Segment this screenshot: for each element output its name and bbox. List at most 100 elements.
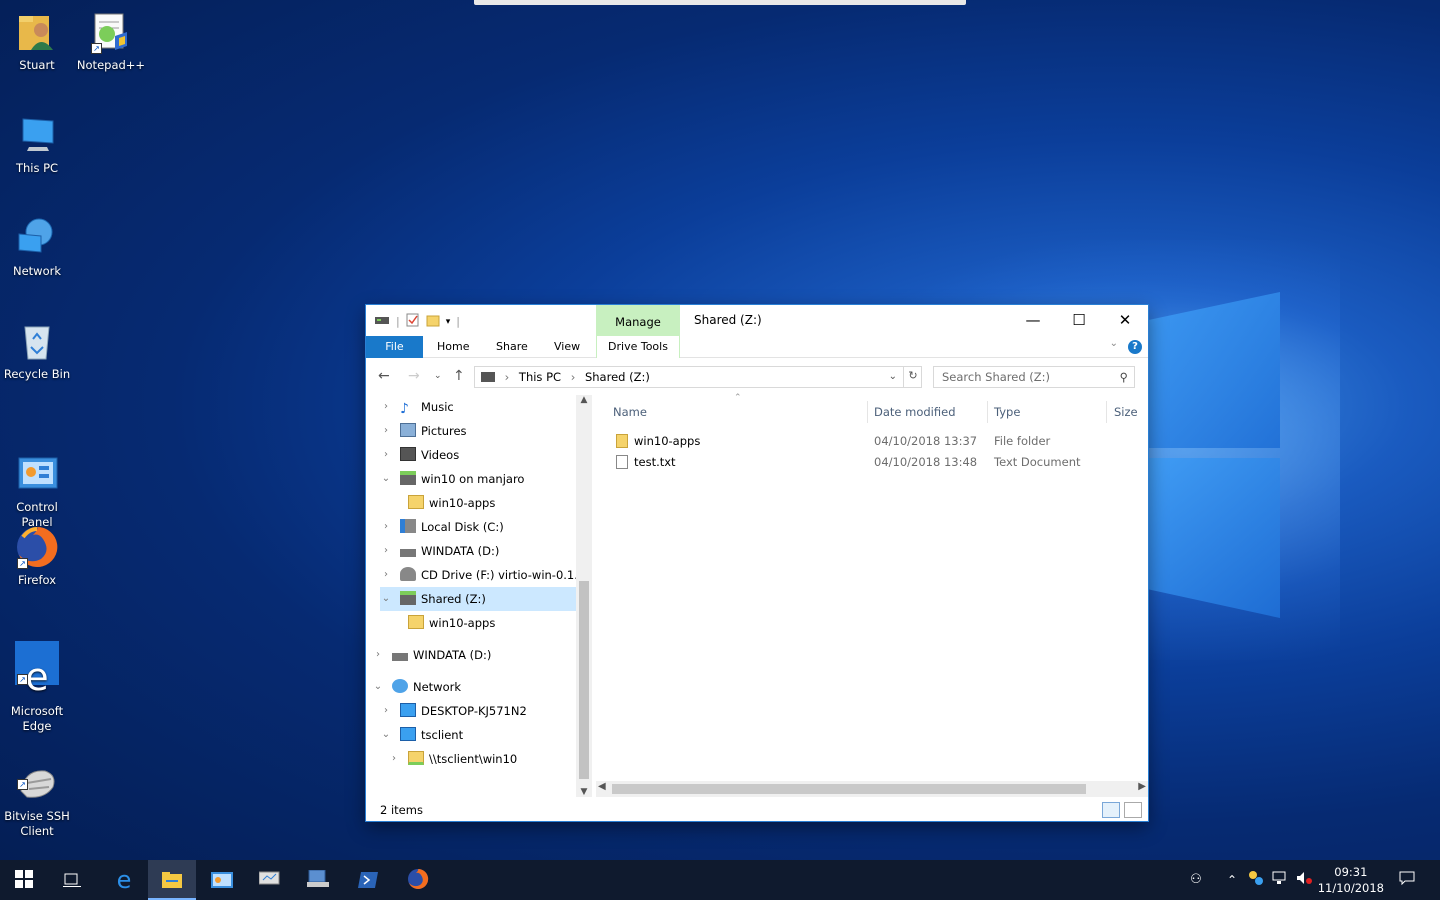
column-divider[interactable]: [867, 401, 868, 423]
network-status-icon[interactable]: [1270, 860, 1290, 900]
tab-home[interactable]: Home: [437, 336, 469, 358]
nav-item-network[interactable]: ⌄ Network: [374, 675, 461, 699]
maximize-button[interactable]: ☐: [1056, 305, 1102, 336]
tab-share[interactable]: Share: [496, 336, 528, 358]
column-header-type[interactable]: Type: [994, 401, 1020, 423]
scroll-down-icon[interactable]: ▼: [576, 787, 592, 797]
expand-chevron-icon[interactable]: ›: [380, 563, 392, 587]
taskbar-remote-desktop-icon[interactable]: [246, 860, 294, 900]
taskbar-powershell-icon[interactable]: [344, 860, 392, 900]
desktop-icon-bitvise[interactable]: ↗ Bitvise SSH Client: [0, 731, 74, 839]
file-row-test-txt[interactable]: test.txt 04/10/2018 13:48 Text Document: [608, 452, 1138, 473]
large-icons-view-button[interactable]: [1124, 802, 1142, 818]
desktop-icon-network[interactable]: Network: [0, 216, 74, 279]
scrollbar-thumb[interactable]: [579, 581, 589, 779]
start-button[interactable]: [0, 860, 48, 900]
scrollbar-thumb[interactable]: [612, 784, 1086, 794]
nav-item-win10-apps[interactable]: win10-apps: [408, 491, 495, 515]
desktop-icon-recycle-bin[interactable]: Recycle Bin: [0, 319, 74, 382]
collapse-chevron-icon[interactable]: ⌄: [380, 467, 392, 491]
taskbar-network-tool-icon[interactable]: [294, 860, 342, 900]
up-button[interactable]: ↑: [453, 368, 465, 384]
expand-chevron-icon[interactable]: ›: [380, 419, 392, 443]
nav-item-videos[interactable]: › Videos: [384, 443, 459, 467]
people-icon[interactable]: ⚇: [1184, 860, 1208, 900]
tab-file[interactable]: File: [366, 336, 423, 358]
tab-manage[interactable]: Manage: [596, 305, 680, 336]
taskbar-firefox-icon[interactable]: [394, 860, 442, 900]
properties-icon[interactable]: [406, 313, 420, 330]
details-view-button[interactable]: [1102, 802, 1120, 818]
desktop-icon-this-pc[interactable]: This PC: [0, 113, 74, 176]
volume-muted-icon[interactable]: [1294, 860, 1314, 900]
text-file-icon: [616, 455, 628, 469]
column-header-name[interactable]: Name: [613, 401, 647, 423]
remote-session-bar[interactable]: [474, 0, 966, 5]
horizontal-scrollbar[interactable]: ◀ ▶: [596, 781, 1148, 797]
collapse-chevron-icon[interactable]: ⌄: [380, 587, 392, 611]
back-button[interactable]: ←: [378, 368, 390, 384]
scroll-left-icon[interactable]: ◀: [598, 781, 606, 792]
expand-chevron-icon[interactable]: ›: [388, 747, 400, 771]
new-folder-icon[interactable]: [426, 313, 440, 330]
breadcrumb-this-pc[interactable]: This PC: [519, 370, 561, 384]
breadcrumb-shared-z[interactable]: Shared (Z:): [585, 370, 650, 384]
nav-item-windata-d[interactable]: › WINDATA (D:): [384, 539, 499, 563]
collapse-chevron-icon[interactable]: ⌄: [380, 723, 392, 747]
action-center-icon[interactable]: [1394, 860, 1420, 900]
expand-chevron-icon[interactable]: ›: [380, 699, 392, 723]
tab-drive-tools[interactable]: Drive Tools: [596, 336, 680, 358]
help-icon[interactable]: ?: [1128, 340, 1142, 354]
desktop-icon-stuart[interactable]: Stuart: [0, 10, 74, 73]
expand-ribbon-icon[interactable]: ⌄: [1110, 338, 1118, 349]
refresh-button[interactable]: ↻: [903, 366, 922, 388]
nav-item-tsclient-win10[interactable]: › \\tsclient\win10: [392, 747, 517, 771]
column-header-size[interactable]: Size: [1114, 401, 1138, 423]
nav-item-desktop-kj571n2[interactable]: › DESKTOP-KJ571N2: [384, 699, 527, 723]
desktop-icon-firefox[interactable]: ↗ Firefox: [0, 525, 74, 588]
expand-chevron-icon[interactable]: ›: [380, 395, 392, 419]
collapse-chevron-icon[interactable]: ⌄: [372, 675, 384, 699]
nav-item-music[interactable]: › ♪ Music: [384, 395, 454, 419]
desktop-icon-control-panel[interactable]: Control Panel: [0, 422, 74, 530]
nav-pane-scrollbar[interactable]: ▲ ▼: [576, 395, 592, 797]
file-row-win10-apps[interactable]: win10-apps 04/10/2018 13:37 File folder: [608, 431, 1138, 452]
nav-item-win10-on-manjaro[interactable]: ⌄ win10 on manjaro: [382, 467, 524, 491]
search-input[interactable]: Search Shared (Z:) ⚲: [933, 366, 1135, 388]
column-header-date-modified[interactable]: Date modified: [874, 401, 956, 423]
nav-item-pictures[interactable]: › Pictures: [384, 419, 467, 443]
forward-button[interactable]: →: [408, 368, 420, 384]
scroll-right-icon[interactable]: ▶: [1138, 781, 1146, 792]
column-divider[interactable]: [987, 401, 988, 423]
nav-item-tsclient[interactable]: ⌄ tsclient: [382, 723, 463, 747]
tray-app-icon[interactable]: [1246, 860, 1266, 900]
scroll-up-icon[interactable]: ▲: [576, 395, 592, 405]
recent-locations-button[interactable]: ⌄: [434, 371, 442, 381]
tab-view[interactable]: View: [554, 336, 580, 358]
nav-item-local-disk-c[interactable]: › Local Disk (C:): [384, 515, 504, 539]
task-view-button[interactable]: [48, 860, 96, 900]
nav-item-cd-drive-f[interactable]: › CD Drive (F:) virtio-win-0.1.1: [384, 563, 585, 587]
title-bar[interactable]: | ▾ | Manage Shared (Z:) — ☐ ✕: [366, 305, 1148, 336]
system-clock[interactable]: 09:31 11/10/2018: [1318, 864, 1384, 896]
nav-item-win10-apps[interactable]: win10-apps: [408, 611, 495, 635]
taskbar-control-panel-icon[interactable]: [198, 860, 246, 900]
column-divider[interactable]: [1106, 401, 1107, 423]
show-hidden-icons-button[interactable]: ⌃: [1222, 860, 1242, 900]
customize-toolbar-icon[interactable]: ▾: [446, 317, 451, 327]
minimize-button[interactable]: —: [1010, 305, 1056, 336]
desktop-icon-edge[interactable]: e ↗ Microsoft Edge: [0, 626, 74, 734]
desktop-icon-notepadpp[interactable]: ↗ Notepad++: [74, 10, 148, 73]
nav-item-shared-z[interactable]: ⌄ Shared (Z:): [380, 587, 576, 611]
address-bar[interactable]: › This PC › Shared (Z:) ⌄: [474, 366, 922, 388]
edge-icon: e ↗: [15, 641, 59, 698]
expand-chevron-icon[interactable]: ›: [380, 443, 392, 467]
close-button[interactable]: ✕: [1102, 305, 1148, 336]
address-dropdown-icon[interactable]: ⌄: [889, 367, 897, 387]
taskbar-file-explorer-icon[interactable]: [148, 860, 196, 900]
taskbar-edge-icon[interactable]: e: [100, 860, 148, 900]
expand-chevron-icon[interactable]: ›: [380, 539, 392, 563]
expand-chevron-icon[interactable]: ›: [372, 643, 384, 667]
nav-item-windata-d-root[interactable]: › WINDATA (D:): [376, 643, 491, 667]
expand-chevron-icon[interactable]: ›: [380, 515, 392, 539]
